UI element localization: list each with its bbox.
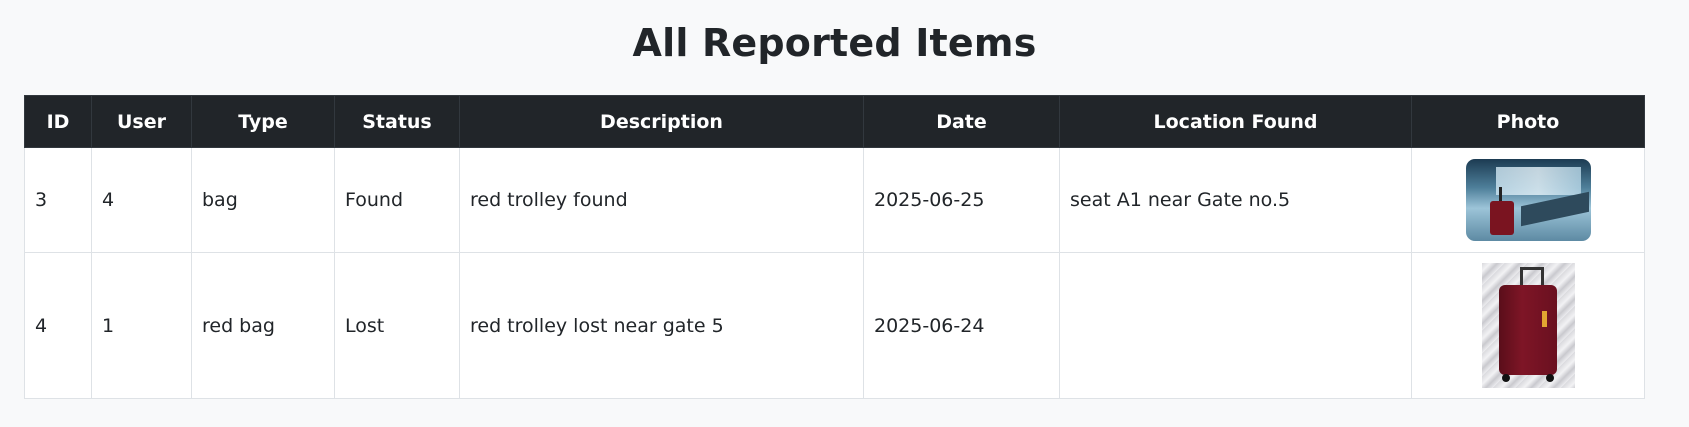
table-header-row: ID User Type Status Description Date Loc… — [24, 95, 1645, 148]
header-description: Description — [459, 95, 864, 148]
header-id: ID — [24, 95, 92, 148]
cell-location-found — [1059, 252, 1412, 399]
cell-user: 1 — [91, 252, 192, 399]
cell-status: Lost — [334, 252, 460, 399]
cell-date: 2025-06-25 — [863, 147, 1060, 253]
item-photo[interactable] — [1481, 263, 1575, 388]
reported-items-page: All Reported Items ID User Type Status D… — [0, 0, 1689, 427]
header-status: Status — [334, 95, 460, 148]
cell-location-found: seat A1 near Gate no.5 — [1059, 147, 1412, 253]
cell-status: Found — [334, 147, 460, 253]
table-row: 4 1 red bag Lost red trolley lost near g… — [24, 252, 1645, 399]
cell-type: bag — [191, 147, 335, 253]
page-title: All Reported Items — [632, 21, 1037, 65]
cell-description: red trolley lost near gate 5 — [459, 252, 864, 399]
header-photo: Photo — [1411, 95, 1645, 148]
cell-id: 3 — [24, 147, 92, 253]
cell-id: 4 — [24, 252, 92, 399]
item-photo[interactable] — [1465, 159, 1591, 241]
cell-type: red bag — [191, 252, 335, 399]
cell-photo — [1411, 147, 1645, 253]
reported-items-table: ID User Type Status Description Date Loc… — [24, 95, 1645, 399]
header-location-found: Location Found — [1059, 95, 1412, 148]
header-user: User — [91, 95, 192, 148]
cell-description: red trolley found — [459, 147, 864, 253]
cell-date: 2025-06-24 — [863, 252, 1060, 399]
header-type: Type — [191, 95, 335, 148]
table-row: 3 4 bag Found red trolley found 2025-06-… — [24, 147, 1645, 253]
cell-photo — [1411, 252, 1645, 399]
cell-user: 4 — [91, 147, 192, 253]
header-date: Date — [863, 95, 1060, 148]
